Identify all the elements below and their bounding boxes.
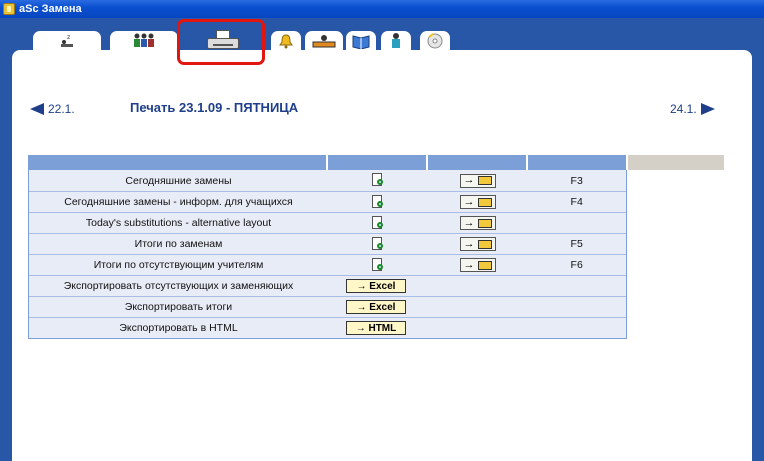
report-label: Экспортировать итоги xyxy=(124,301,233,313)
print-cell: → xyxy=(428,213,528,233)
table-row: Экспортировать в HTML → HTML xyxy=(29,317,626,338)
next-day-link[interactable]: 24.1. xyxy=(670,102,715,116)
preview-cell xyxy=(328,234,428,254)
arrow-right-icon: → xyxy=(463,195,475,208)
header-cell xyxy=(628,155,724,170)
arrow-right-icon: → xyxy=(463,216,475,229)
printer-icon xyxy=(477,218,492,228)
arrow-right-icon: → xyxy=(463,237,475,250)
report-label: Экспортировать в HTML xyxy=(119,322,238,334)
report-label: Сегодняшние замены - информ. для учащихс… xyxy=(64,196,293,208)
header-cell xyxy=(528,155,628,170)
print-cell: → xyxy=(428,234,528,254)
highlight-frame xyxy=(177,19,265,65)
app-icon xyxy=(3,3,15,15)
teacher-icon xyxy=(392,32,400,48)
print-cell: → xyxy=(428,192,528,212)
preview-icon[interactable] xyxy=(371,257,385,273)
page-title: Печать 23.1.09 - ПЯТНИЦА xyxy=(130,100,299,115)
print-button[interactable]: → xyxy=(459,216,496,230)
header-cell xyxy=(328,155,428,170)
export-cell: → Excel xyxy=(328,276,626,296)
svg-text:z: z xyxy=(67,34,70,41)
prev-day-label: 22.1. xyxy=(48,102,75,116)
printer-icon xyxy=(477,260,492,270)
tab-subjects[interactable] xyxy=(346,31,376,50)
header-cell xyxy=(428,155,528,170)
table-row: Today's substitutions - alternative layo… xyxy=(29,212,626,233)
table-body: Сегодняшние замены → F3 Сегодняшние замены … xyxy=(28,170,627,339)
print-table: Сегодняшние замены → F3 Сегодняшние замены … xyxy=(28,155,724,339)
print-button[interactable]: → xyxy=(459,237,496,251)
book-icon xyxy=(352,34,370,49)
report-label: Итоги по отсутствующим учителям xyxy=(93,259,264,271)
preview-cell xyxy=(328,192,428,212)
table-row: Сегодняшние замены → F3 xyxy=(29,170,626,191)
tab-teachers[interactable] xyxy=(381,31,411,50)
table-row: Сегодняшние замены - информ. для учащихс… xyxy=(29,191,626,212)
print-button[interactable]: → xyxy=(459,195,496,209)
printer-icon xyxy=(477,176,492,185)
disk-icon xyxy=(427,32,443,48)
shortcut-key: F5 xyxy=(570,238,583,250)
preview-icon[interactable] xyxy=(371,215,385,231)
window-title: aSc Замена xyxy=(19,3,82,15)
tab-bells[interactable] xyxy=(271,31,301,50)
tab-disk[interactable] xyxy=(420,31,450,50)
tab-classrooms[interactable] xyxy=(305,31,343,50)
arrow-right-icon xyxy=(700,103,715,115)
report-label: Экспортировать отсутствующих и заменяющи… xyxy=(63,280,294,292)
arrow-right-icon: → xyxy=(463,258,475,271)
export-cell: → Excel xyxy=(328,297,626,317)
tab-groups[interactable] xyxy=(110,31,178,50)
export-button[interactable]: → Excel xyxy=(345,279,406,293)
table-row: Итоги по заменам → F5 xyxy=(29,233,626,254)
preview-icon[interactable] xyxy=(371,236,385,252)
header-cell xyxy=(28,155,328,170)
table-header xyxy=(28,155,724,170)
shortcut-key: F3 xyxy=(570,174,583,187)
table-row: Итоги по отсутствующим учителям → F6 xyxy=(29,254,626,275)
preview-icon[interactable] xyxy=(371,173,385,188)
export-button[interactable]: → Excel xyxy=(345,300,406,314)
sleep-person-icon: z xyxy=(61,34,73,47)
next-day-label: 24.1. xyxy=(670,102,697,116)
print-cell: → xyxy=(428,255,528,275)
shortcut-key: F4 xyxy=(570,196,583,208)
arrow-right-icon: → xyxy=(463,174,475,186)
print-button[interactable]: → xyxy=(459,258,496,272)
title-bar: aSc Замена xyxy=(0,0,764,18)
print-cell: → xyxy=(428,170,528,191)
tab-absences[interactable]: z xyxy=(33,31,101,50)
table-row: Экспортировать отсутствующих и заменяющи… xyxy=(29,275,626,296)
report-label: Итоги по заменам xyxy=(134,238,223,250)
prev-day-link[interactable]: 22.1. xyxy=(30,102,75,116)
report-label: Сегодняшние замены xyxy=(125,174,232,187)
print-button[interactable]: → xyxy=(459,173,496,188)
desk-icon xyxy=(312,34,336,47)
printer-icon xyxy=(477,239,492,249)
preview-cell xyxy=(328,170,428,191)
export-button[interactable]: → HTML xyxy=(345,321,406,335)
preview-cell xyxy=(328,255,428,275)
arrow-left-icon xyxy=(30,103,44,115)
preview-cell xyxy=(328,213,428,233)
preview-icon[interactable] xyxy=(371,194,385,210)
shortcut-key xyxy=(527,213,626,233)
table-row: Экспортировать итоги → Excel xyxy=(29,296,626,317)
printer-icon xyxy=(477,197,492,207)
export-cell: → HTML xyxy=(328,318,626,338)
report-label: Today's substitutions - alternative layo… xyxy=(85,217,272,229)
shortcut-key: F6 xyxy=(570,259,583,271)
bell-icon xyxy=(279,33,293,48)
group-icon xyxy=(134,33,154,47)
